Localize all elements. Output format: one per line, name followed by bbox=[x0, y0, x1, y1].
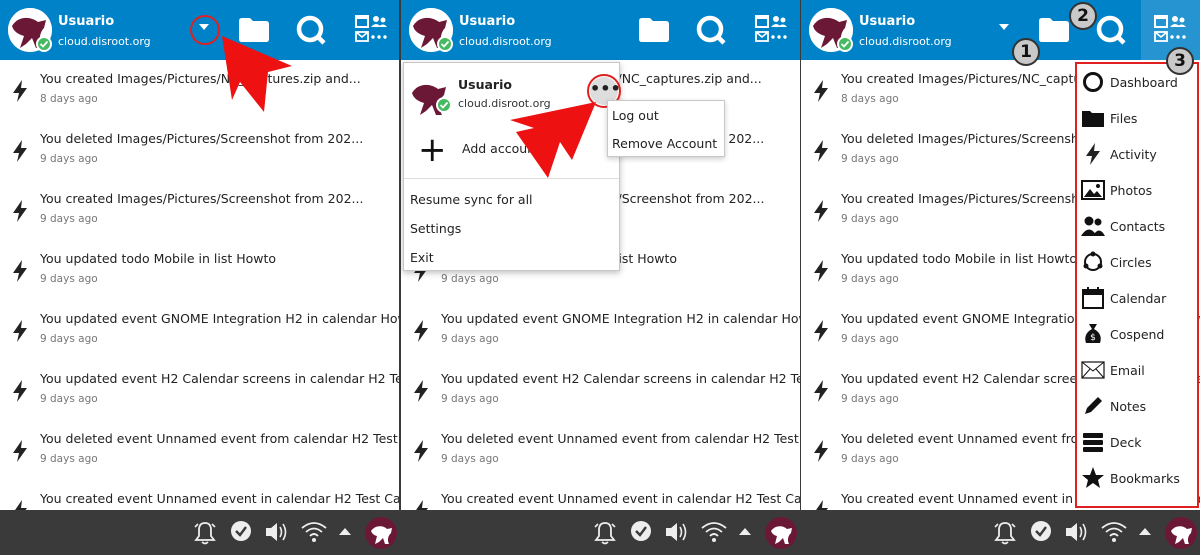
wifi-icon[interactable] bbox=[700, 520, 728, 544]
check-circle-icon[interactable] bbox=[230, 520, 252, 542]
system-tray bbox=[190, 516, 400, 550]
chevron-up-icon[interactable] bbox=[1138, 526, 1152, 536]
nextcloud-client-tray-icon[interactable] bbox=[1164, 516, 1198, 550]
system-tray bbox=[590, 516, 800, 550]
system-taskbar bbox=[0, 510, 1200, 555]
chevron-up-icon[interactable] bbox=[338, 526, 352, 536]
check-circle-icon[interactable] bbox=[630, 520, 652, 542]
pointer-arrow-2 bbox=[510, 102, 596, 178]
nextcloud-client-tray-icon[interactable] bbox=[364, 516, 398, 550]
pointer-arrow-1 bbox=[222, 36, 292, 112]
nextcloud-client-tray-icon[interactable] bbox=[764, 516, 798, 550]
callout-arrows bbox=[222, 36, 596, 178]
volume-icon[interactable] bbox=[1064, 520, 1090, 544]
callout-badge-1: 1 bbox=[1012, 38, 1040, 66]
callout-badge-3: 3 bbox=[1166, 47, 1194, 75]
wifi-icon[interactable] bbox=[1100, 520, 1128, 544]
check-circle-icon[interactable] bbox=[1030, 520, 1052, 542]
volume-icon[interactable] bbox=[664, 520, 690, 544]
system-tray bbox=[990, 516, 1200, 550]
chevron-up-icon[interactable] bbox=[738, 526, 752, 536]
alarm-icon[interactable] bbox=[192, 520, 218, 546]
alarm-icon[interactable] bbox=[992, 520, 1018, 546]
alarm-icon[interactable] bbox=[592, 520, 618, 546]
volume-icon[interactable] bbox=[264, 520, 290, 544]
callout-badge-2: 2 bbox=[1069, 2, 1097, 30]
wifi-icon[interactable] bbox=[300, 520, 328, 544]
screenshot-collage: Usuario cloud.disroot.org You created Im… bbox=[0, 0, 1200, 555]
